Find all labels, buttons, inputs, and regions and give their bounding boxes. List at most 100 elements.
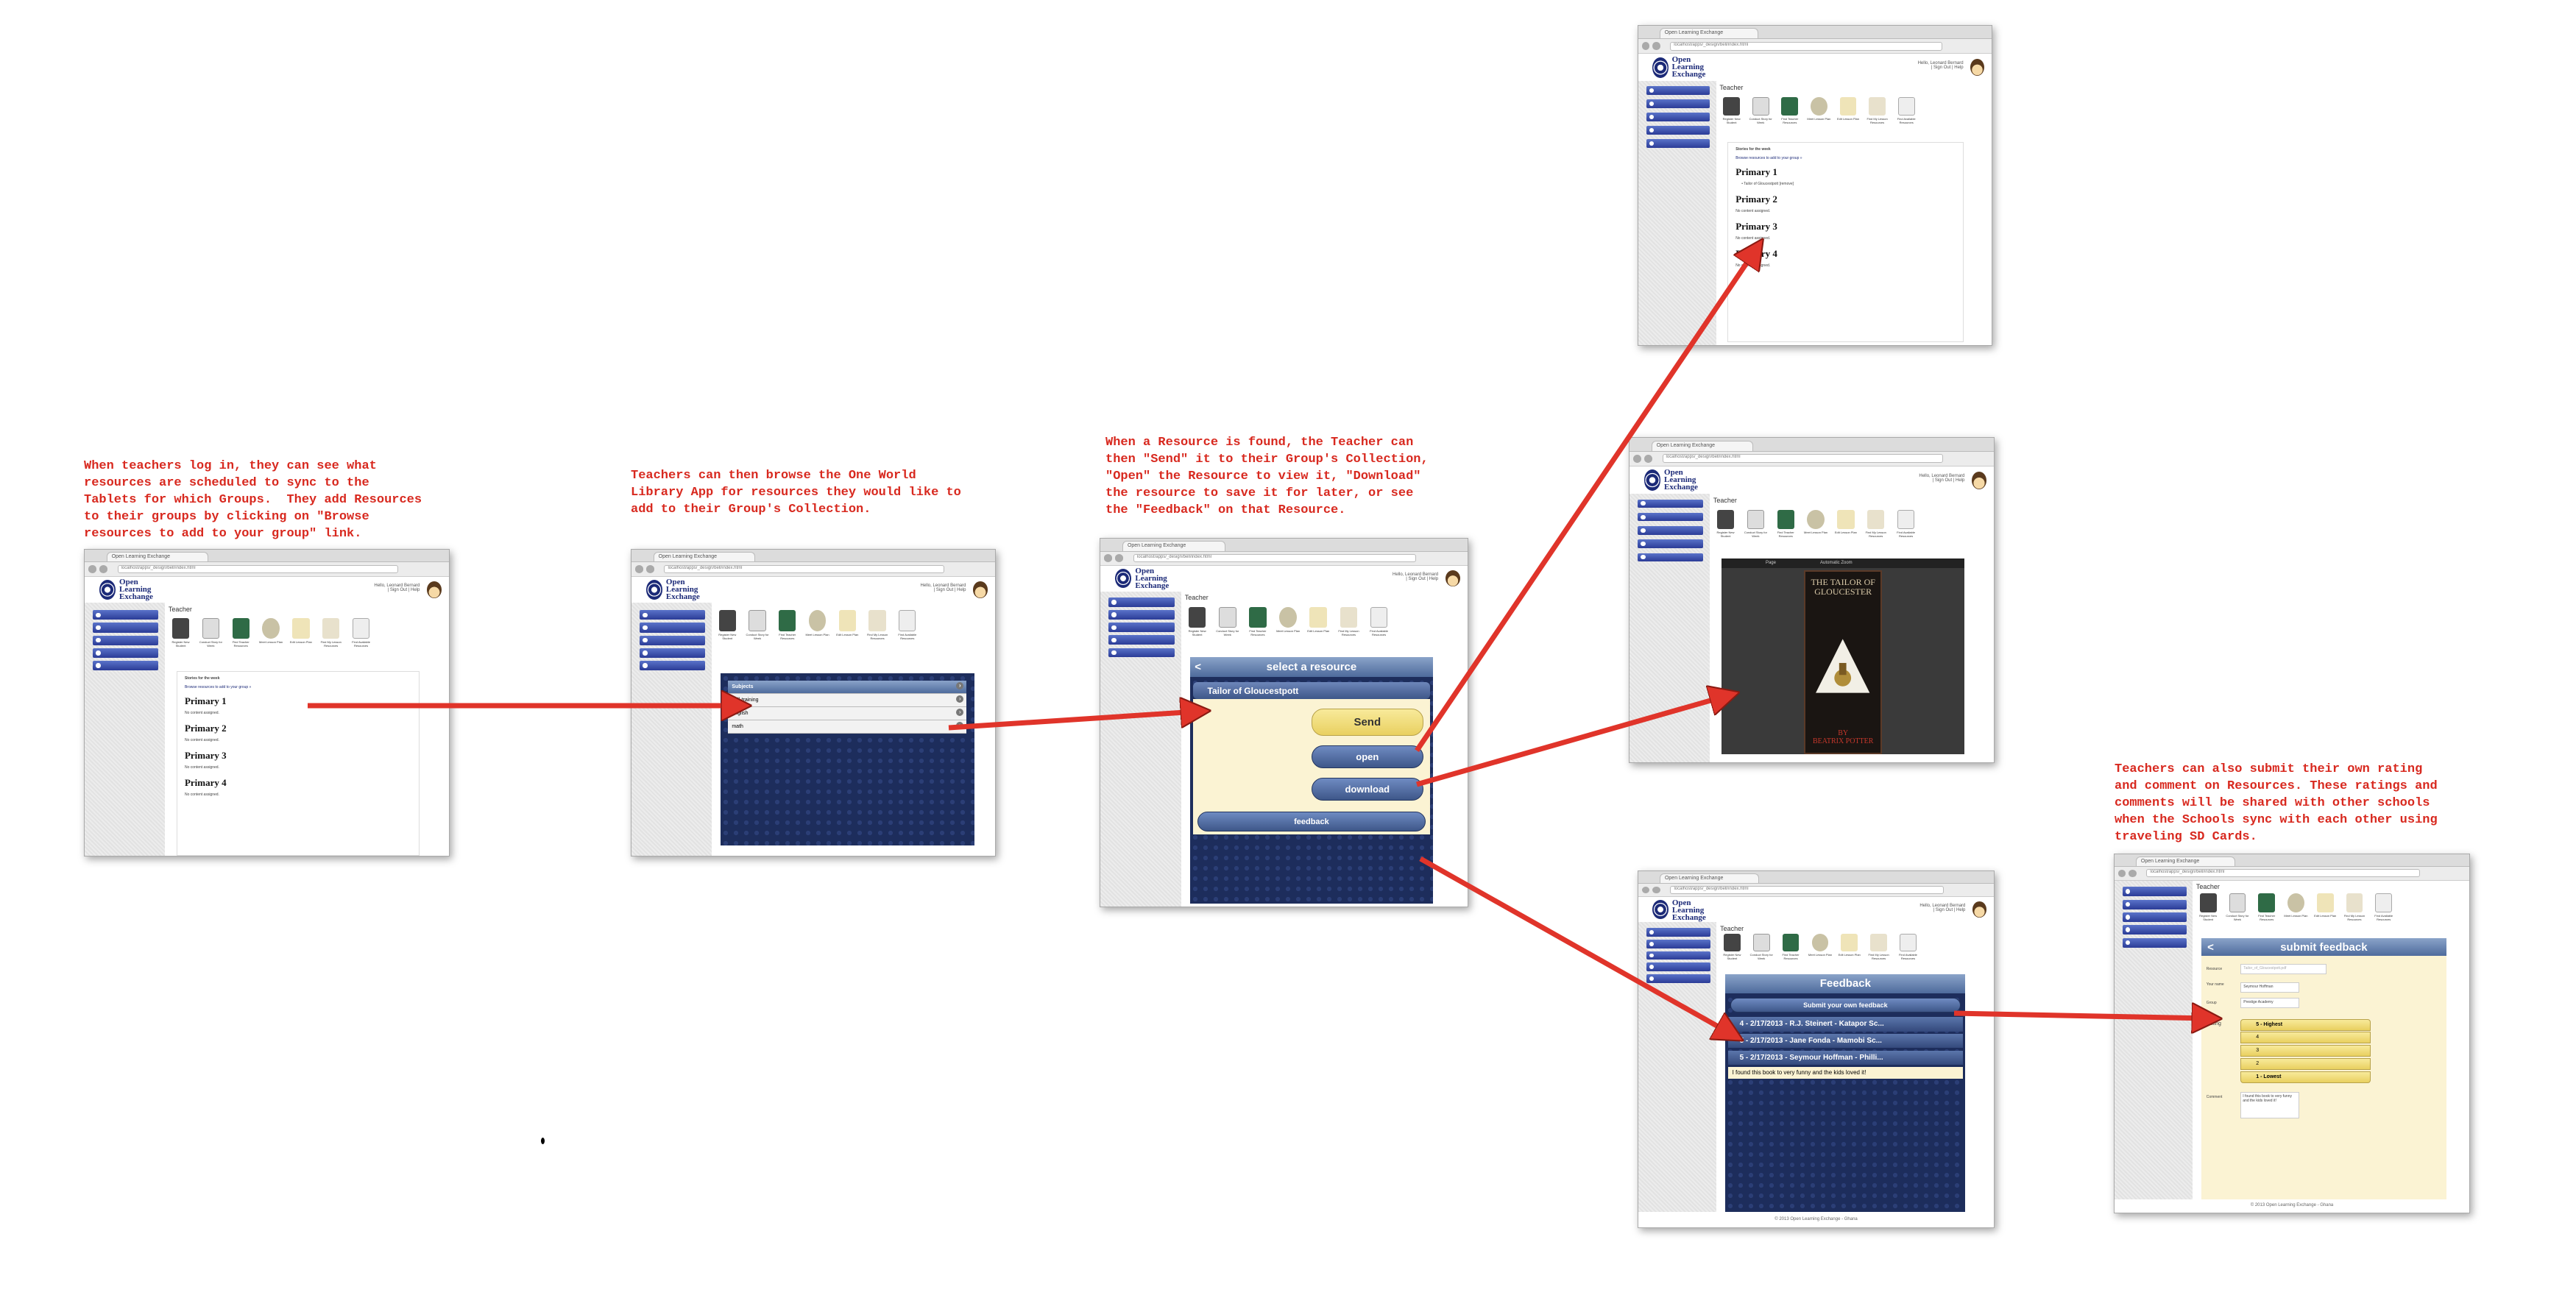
browser-tab[interactable]: Open Learning Exchange — [653, 552, 755, 562]
teacher-resources-icon[interactable]: Find Teacher Resources — [1774, 510, 1798, 545]
edit-lesson-icon[interactable]: Edit Lesson Plan — [835, 610, 860, 648]
sidebar-item[interactable] — [1637, 526, 1704, 535]
register-student-icon[interactable]: Register New Student — [1185, 606, 1210, 645]
assigned-resource[interactable]: • Tailor of Gloucestpott [remove] — [1741, 182, 1955, 186]
sidebar-item[interactable] — [1646, 939, 1710, 948]
browser-tab[interactable]: Open Learning Exchange — [2135, 857, 2235, 867]
available-resources-icon[interactable]: Find Available Resources — [1367, 606, 1392, 645]
edit-lesson-icon[interactable]: Edit Lesson Plan — [1833, 510, 1858, 545]
sidebar-item[interactable] — [639, 610, 705, 620]
teacher-resources-icon[interactable]: Find Teacher Resources — [1778, 96, 1802, 132]
browse-resources-link[interactable]: Browse resources to add to your group » — [1735, 156, 1955, 160]
sidebar-item[interactable] — [1108, 623, 1175, 633]
available-resources-icon[interactable]: Find Available Resources — [1894, 96, 1918, 132]
send-button[interactable]: Send — [1311, 709, 1423, 736]
story-icon[interactable]: Conduct Story for Week — [1749, 933, 1774, 965]
story-icon[interactable]: Conduct Story for Week — [1215, 606, 1240, 645]
sidebar-item[interactable] — [1646, 139, 1710, 148]
register-student-icon[interactable]: Register New Student — [1713, 510, 1738, 545]
address-bar[interactable]: localhost/apps/_design/bell/index.html — [1662, 453, 1943, 464]
edit-lesson-icon[interactable]: Edit Lesson Plan — [1836, 96, 1860, 132]
rating-option[interactable]: 3 — [2240, 1045, 2371, 1057]
sidebar-item[interactable] — [2122, 937, 2187, 948]
sidebar-item[interactable] — [639, 623, 705, 633]
sidebar-item[interactable] — [92, 648, 159, 658]
sidebar-item[interactable] — [92, 623, 159, 633]
rating-option[interactable]: 4 — [2240, 1032, 2371, 1044]
register-student-icon[interactable]: Register New Student — [715, 610, 740, 648]
sidebar-item[interactable] — [1637, 539, 1704, 548]
lesson-plan-icon[interactable]: Meet Lesson Plan — [1803, 510, 1827, 545]
sidebar-item[interactable] — [1108, 635, 1175, 645]
available-resources-icon[interactable]: Find Available Resources — [1894, 510, 1918, 545]
submit-feedback-button[interactable]: Submit your own feedback — [1730, 998, 1961, 1012]
story-icon[interactable]: Conduct Story for Week — [199, 617, 223, 656]
register-student-icon[interactable]: Register New Student — [1720, 933, 1744, 965]
register-student-icon[interactable]: Register New Student — [169, 617, 193, 656]
browser-tab[interactable]: Open Learning Exchange — [1122, 541, 1225, 551]
available-resources-icon[interactable]: Find Available Resources — [349, 617, 373, 656]
sidebar-item[interactable] — [1108, 610, 1175, 620]
my-resources-icon[interactable]: Find My Lesson Resources — [319, 617, 343, 656]
sidebar-item[interactable] — [1646, 99, 1710, 108]
subject-item[interactable]: bell-training — [728, 693, 967, 707]
edit-lesson-icon[interactable]: Edit Lesson Plan — [1837, 933, 1861, 965]
teacher-resources-icon[interactable]: Find Teacher Resources — [2254, 893, 2279, 929]
available-resources-icon[interactable]: Find Available Resources — [895, 610, 919, 648]
address-bar[interactable]: localhost/apps/_design/bell/index.html — [2146, 869, 2420, 878]
back-button[interactable]: < — [2207, 938, 2214, 957]
sidebar-item[interactable] — [1646, 86, 1710, 95]
edit-lesson-icon[interactable]: Edit Lesson Plan — [289, 617, 313, 656]
story-icon[interactable]: Conduct Story for Week — [745, 610, 769, 648]
lesson-plan-icon[interactable]: Meet Lesson Plan — [805, 610, 829, 648]
sidebar-item[interactable] — [92, 610, 159, 620]
my-resources-icon[interactable]: Find My Lesson Resources — [1866, 933, 1891, 965]
register-student-icon[interactable]: Register New Student — [2196, 893, 2221, 929]
sidebar-item[interactable] — [2122, 887, 2187, 897]
sidebar-item[interactable] — [1646, 126, 1710, 135]
teacher-resources-icon[interactable]: Find Teacher Resources — [229, 617, 253, 656]
address-bar[interactable]: localhost/apps/_design/bell/index.html — [1133, 553, 1417, 563]
address-bar[interactable]: localhost/apps/_design/bell/index.html — [117, 564, 398, 574]
teacher-resources-icon[interactable]: Find Teacher Resources — [775, 610, 799, 648]
sidebar-item[interactable] — [1108, 597, 1175, 607]
sidebar-item[interactable] — [92, 635, 159, 645]
address-bar[interactable]: localhost/apps/_design/bell/index.html — [1670, 886, 1945, 895]
lesson-plan-icon[interactable]: Meet Lesson Plan — [1807, 96, 1830, 132]
edit-lesson-icon[interactable]: Edit Lesson Plan — [2313, 893, 2338, 929]
rating-option[interactable]: 2 — [2240, 1058, 2371, 1071]
comment-field[interactable]: I found this book to very funny and the … — [2240, 1092, 2300, 1118]
story-icon[interactable]: Conduct Story for Week — [1749, 96, 1772, 132]
subject-item[interactable]: math — [728, 720, 967, 734]
resource-header[interactable]: Tailor of Gloucestpott — [1192, 681, 1431, 700]
sidebar-item[interactable] — [1646, 113, 1710, 121]
sidebar-item[interactable] — [1646, 951, 1710, 960]
feedback-entry[interactable]: 5 - 2/17/2013 - Seymour Hoffman - Philli… — [1727, 1050, 1964, 1065]
subject-item[interactable]: english — [728, 706, 967, 720]
address-bar[interactable]: localhost/apps/_design/bell/index.html — [664, 564, 944, 574]
sidebar-item[interactable] — [639, 635, 705, 645]
sidebar-item[interactable] — [1637, 553, 1704, 562]
sidebar-item[interactable] — [1108, 648, 1175, 658]
resource-field[interactable]: Tailor_of_Gloucestpott.pdf — [2240, 964, 2326, 975]
address-bar[interactable]: localhost/apps/_design/bell/index.html — [1670, 41, 1942, 51]
group-field[interactable]: Prestige Academy — [2240, 998, 2300, 1009]
rating-option[interactable]: 1 - Lowest — [2240, 1071, 2371, 1083]
available-resources-icon[interactable]: Find Available Resources — [1896, 933, 1920, 965]
browse-resources-link[interactable]: Browse resources to add to your group » — [185, 685, 411, 689]
feedback-entry[interactable]: 4 - 2/17/2013 - R.J. Steinert - Katapor … — [1727, 1017, 1964, 1032]
sidebar-item[interactable] — [1646, 928, 1710, 937]
my-resources-icon[interactable]: Find My Lesson Resources — [1865, 96, 1889, 132]
my-resources-icon[interactable]: Find My Lesson Resources — [1337, 606, 1362, 645]
sidebar-item[interactable] — [2122, 925, 2187, 935]
lesson-plan-icon[interactable]: Meet Lesson Plan — [2284, 893, 2308, 929]
sidebar-item[interactable] — [1646, 974, 1710, 983]
browser-tab[interactable]: Open Learning Exchange — [106, 552, 209, 562]
rating-option[interactable]: 5 - Highest — [2240, 1018, 2371, 1031]
lesson-plan-icon[interactable]: Meet Lesson Plan — [1808, 933, 1833, 965]
story-icon[interactable]: Conduct Story for Week — [2226, 893, 2250, 929]
sidebar-item[interactable] — [2122, 899, 2187, 909]
sidebar-item[interactable] — [1646, 962, 1710, 972]
sidebar-item[interactable] — [1637, 499, 1704, 508]
my-resources-icon[interactable]: Find My Lesson Resources — [865, 610, 889, 648]
